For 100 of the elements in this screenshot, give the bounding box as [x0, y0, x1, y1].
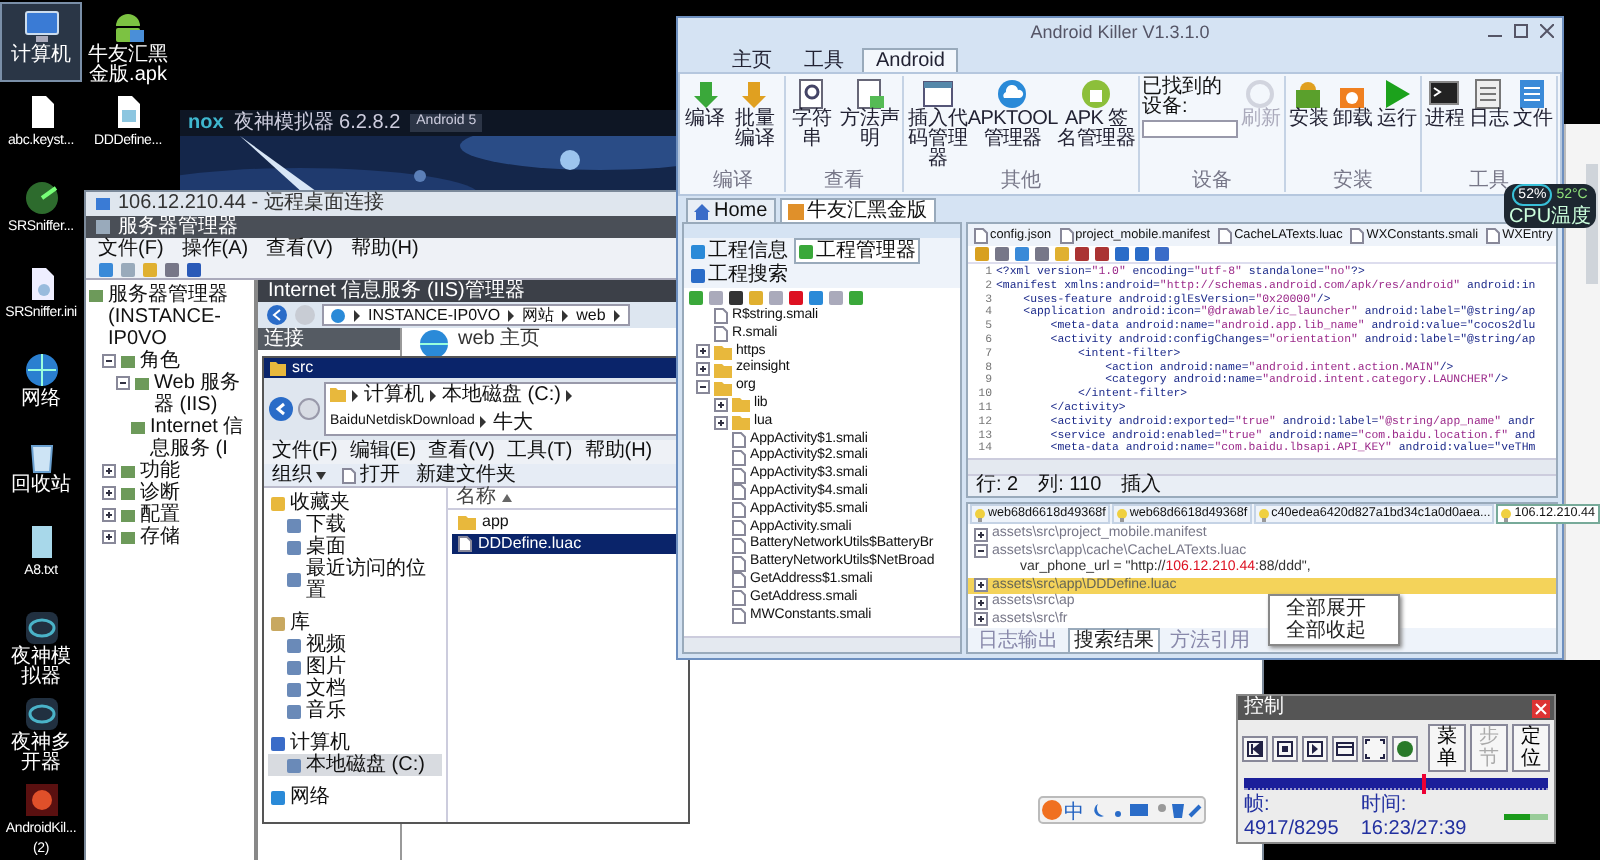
panel-tab[interactable]: 工程搜索: [688, 264, 790, 286]
file-row[interactable]: app: [452, 512, 684, 532]
document-tab[interactable]: 牛友汇黑金版: [779, 198, 936, 222]
plus-box-icon[interactable]: [102, 508, 116, 522]
tree-item[interactable]: 功能: [140, 460, 180, 482]
menu-item[interactable]: 全部收起: [1270, 620, 1398, 642]
minus-box-icon[interactable]: [102, 354, 116, 368]
ribbon-button[interactable]: 进程: [1423, 76, 1466, 130]
address-field[interactable]: INSTANCE-IP0VO 网站 web: [322, 304, 630, 326]
menu-item[interactable]: 工具(T): [506, 440, 573, 464]
menu-item[interactable]: 操作(A): [181, 238, 249, 262]
nav-item[interactable]: 计算机: [268, 732, 442, 754]
plus-box-icon[interactable]: [102, 530, 116, 544]
ribbon-button[interactable]: 安装: [1287, 76, 1330, 130]
plus-box-icon[interactable]: [696, 344, 710, 359]
plus-box-icon[interactable]: [714, 415, 728, 430]
nav-item[interactable]: 文档: [268, 678, 442, 700]
menu-item[interactable]: 帮助(H): [350, 238, 419, 262]
nav-item[interactable]: 最近访问的位置: [268, 558, 442, 602]
nav-icon[interactable]: [286, 572, 302, 588]
minus-box-icon[interactable]: [696, 380, 710, 395]
plus-box-icon[interactable]: [714, 397, 728, 412]
menu-item[interactable]: 编辑(E): [349, 440, 417, 464]
ime-toolbar-drawing[interactable]: 中: [1038, 796, 1206, 824]
stop-icon-button[interactable]: [1272, 735, 1298, 761]
menu-item[interactable]: 文件(F): [98, 238, 164, 262]
menu-item[interactable]: 全部展开: [1270, 598, 1398, 620]
plus-box-icon[interactable]: [974, 527, 988, 542]
plus-box-icon[interactable]: [974, 595, 988, 610]
plus-box-icon[interactable]: [974, 612, 988, 627]
tree-item[interactable]: 服务器管理器 (INSTANCE-IP0VO: [108, 284, 252, 350]
ribbon-button[interactable]: 文件: [1511, 76, 1554, 130]
nav-item[interactable]: 音乐: [268, 700, 442, 722]
document-tab[interactable]: Home: [686, 198, 776, 222]
menu-item[interactable]: 查看(V): [428, 440, 495, 464]
crop-icon-button[interactable]: [1362, 735, 1388, 761]
tree-item[interactable]: 角色: [140, 350, 180, 372]
panel-tab[interactable]: 搜索结果: [1068, 627, 1160, 653]
slider-thumb[interactable]: [1421, 774, 1426, 794]
desktop-icon[interactable]: 网络: [0, 346, 82, 426]
desktop-icon[interactable]: 计算机: [0, 2, 82, 82]
ribbon-button[interactable]: 插入代码管理器: [906, 76, 969, 170]
tree-item[interactable]: 存储: [140, 526, 180, 548]
tree-item[interactable]: Web 服务器 (IIS): [154, 372, 252, 416]
tree-item[interactable]: 诊断: [140, 482, 180, 504]
minus-box-icon[interactable]: [974, 544, 988, 559]
nav-item[interactable]: 收藏夹: [268, 492, 442, 514]
skip-back-icon-button[interactable]: [1242, 735, 1268, 761]
plus-box-icon[interactable]: [102, 464, 116, 478]
column-header[interactable]: 名称: [456, 486, 496, 510]
ribbon-tab[interactable]: 主页: [718, 48, 786, 72]
desktop-icon[interactable]: 夜神模拟器: [0, 604, 82, 684]
nav-item[interactable]: 视频: [268, 634, 442, 656]
control-button[interactable]: 定位: [1512, 724, 1550, 772]
timeline-slider[interactable]: [1244, 778, 1548, 790]
nav-item[interactable]: 库: [268, 612, 442, 634]
panel-tab[interactable]: 工程管理器: [796, 240, 918, 262]
plus-box-icon[interactable]: [696, 362, 710, 377]
nav-item[interactable]: 桌面: [268, 536, 442, 558]
ribbon-button[interactable]: APKTOOL管理器: [970, 76, 1055, 150]
tab-icon[interactable]: [798, 243, 814, 259]
control-button[interactable]: 菜单: [1428, 724, 1466, 772]
nav-item[interactable]: 图片: [268, 656, 442, 678]
ribbon-button[interactable]: APK 签名管理器: [1056, 76, 1136, 150]
ribbon-button[interactable]: 运行: [1375, 76, 1418, 130]
ribbon-tab[interactable]: 工具: [790, 48, 858, 72]
menu-item[interactable]: 查看(V): [266, 238, 333, 262]
ribbon-button[interactable]: 编译: [684, 76, 726, 130]
volume-slider[interactable]: [1503, 814, 1548, 820]
horizontal-scrollbar[interactable]: [968, 458, 1556, 475]
nav-item[interactable]: 网络: [268, 786, 442, 808]
toolbar-button[interactable]: 新建文件夹: [416, 463, 516, 487]
toolbar-button[interactable]: 组织: [272, 463, 326, 487]
maximize-icon[interactable]: [1514, 24, 1528, 38]
nav-item[interactable]: 下载: [268, 514, 442, 536]
ribbon-tab[interactable]: Android: [862, 48, 959, 72]
nav-item[interactable]: 本地磁盘 (C:): [268, 754, 442, 776]
close-icon[interactable]: [1540, 24, 1554, 38]
tree-item[interactable]: 配置: [140, 504, 180, 526]
desktop-icon[interactable]: 夜神多开器: [0, 690, 82, 770]
ribbon-button[interactable]: 日志: [1467, 76, 1510, 130]
ribbon-button[interactable]: 方法声明: [838, 76, 901, 150]
device-dropdown[interactable]: [1141, 120, 1238, 138]
menu-item[interactable]: 帮助(H): [584, 440, 653, 464]
plus-box-icon[interactable]: [974, 578, 988, 593]
panel-tab[interactable]: 工程信息: [688, 240, 790, 262]
ribbon-button[interactable]: 批量编译: [728, 76, 782, 150]
plus-box-icon[interactable]: [102, 486, 116, 500]
play-icon-button[interactable]: [1302, 735, 1328, 761]
tree-item[interactable]: Internet 信息服务 (I: [150, 416, 252, 460]
horizontal-scrollbar[interactable]: [684, 636, 960, 652]
desktop-icon[interactable]: 回收站: [0, 432, 82, 512]
globe-icon-button[interactable]: [1392, 735, 1418, 761]
ribbon-button[interactable]: 卸载: [1331, 76, 1374, 130]
toolbar-button[interactable]: 打开: [342, 463, 400, 487]
minus-box-icon[interactable]: [116, 376, 130, 390]
menu-item[interactable]: 文件(F): [272, 440, 338, 464]
window-icon-button[interactable]: [1332, 735, 1358, 761]
desktop-icon[interactable]: 牛友汇黑金版.apk: [84, 2, 172, 82]
ribbon-button[interactable]: 字符串: [787, 76, 837, 150]
